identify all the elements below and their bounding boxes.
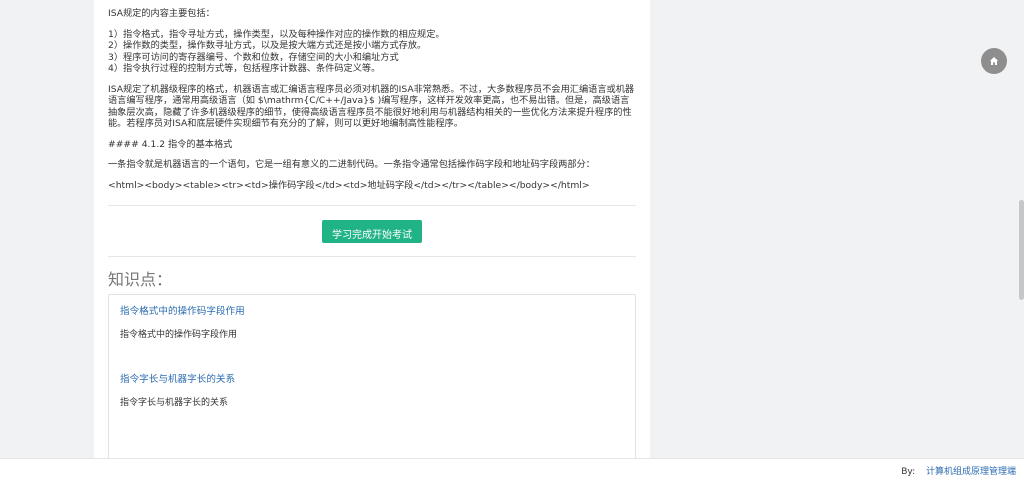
knowledge-list: 指令格式中的操作码字段作用 指令格式中的操作码字段作用 指令字长与机器字长的关系… [108,293,636,458]
knowledge-title: 知识点： [108,270,173,289]
knowledge-link[interactable]: 指令字长与机器字长的关系 [120,374,624,386]
isa-list: 1）指令格式，指令寻址方式，操作类型，以及每种操作对应的操作数的相应规定。 2）… [108,29,636,75]
isa-paragraph: ISA规定了机器级程序的格式，机器语言或汇编语言程序员必须对机器的ISA非常熟悉… [108,83,635,130]
knowledge-desc: 指令字长与机器字长的关系 [120,398,229,408]
footer-credit: By: 计算机组成原理管理端 [901,464,1016,477]
article-content: ISA规定的内容主要包括： 1）指令格式，指令寻址方式，操作类型，以及每种操作对… [94,0,650,458]
page: ISA规定的内容主要包括： 1）指令格式，指令寻址方式，操作类型，以及每种操作对… [0,0,1024,479]
footer: By: 计算机组成原理管理端 [0,458,1024,479]
section-paragraph: 一条指令就是机器语言的一个语句，它是一组有意义的二进制代码。一条指令通常包括操作… [108,159,595,170]
footer-admin-link[interactable]: 计算机组成原理管理端 [926,467,1016,477]
isa-list-item: 3）程序可访问的寄存器编号、个数和位数，存储空间的大小和编址方式 [108,51,399,63]
isa-list-item: 4）指令执行过程的控制方式等，包括程序计数器、条件码定义等。 [108,63,381,74]
home-button[interactable] [981,48,1007,74]
section-heading: #### 4.1.2 指令的基本格式 [108,138,233,150]
footer-by-label: By: [901,467,916,477]
page-scrollbar[interactable] [1019,200,1024,300]
isa-list-item: 2）操作数的类型，操作数寻址方式，以及是按大端方式还是按小端方式存放。 [108,40,427,51]
knowledge-link[interactable]: 指令格式中的操作码字段作用 [120,306,624,318]
isa-intro: ISA规定的内容主要包括： [108,8,215,19]
knowledge-desc: 指令格式中的操作码字段作用 [120,330,238,340]
isa-list-item: 1）指令格式，指令寻址方式，操作类型，以及每种操作对应的操作数的相应规定。 [108,28,445,40]
start-exam-button[interactable]: 学习完成开始考试 [322,220,422,243]
html-snippet: <html><body><table><tr><td>操作码字段</td><td… [108,179,590,191]
divider [108,256,636,257]
home-icon [989,57,999,65]
knowledge-item: 指令字长与机器字长的关系 指令字长与机器字长的关系 [120,374,624,410]
exam-button-area: 学习完成开始考试 [108,206,636,256]
article-card: ISA规定的内容主要包括： 1）指令格式，指令寻址方式，操作类型，以及每种操作对… [94,0,650,458]
knowledge-item: 指令格式中的操作码字段作用 指令格式中的操作码字段作用 [120,306,624,342]
